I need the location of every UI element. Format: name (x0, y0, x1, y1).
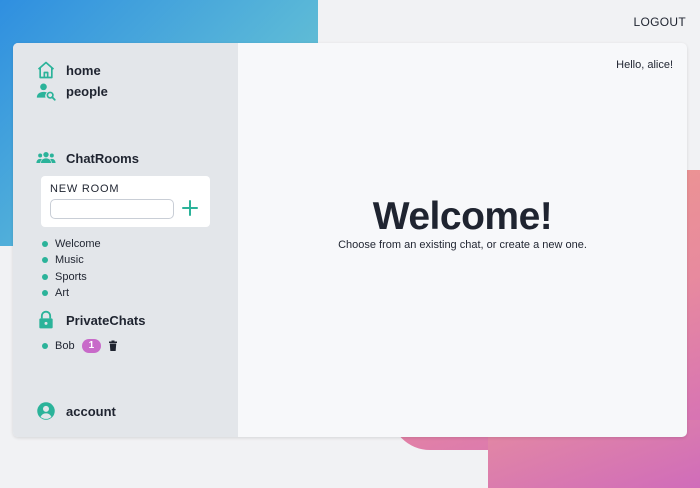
greeting-text: Hello, alice! (616, 59, 673, 71)
group-icon (35, 147, 57, 169)
room-dot-icon (42, 273, 48, 280)
trash-icon[interactable] (107, 340, 119, 352)
room-label: Music (55, 254, 84, 267)
logout-button[interactable]: LOGOUT (634, 15, 686, 29)
room-item-sports[interactable]: Sports (42, 269, 101, 285)
sidebar: home people ChatRooms NEW ROOM Welcome M… (13, 43, 238, 437)
room-label: Sports (55, 270, 87, 283)
private-chats-heading: PrivateChats (35, 309, 145, 331)
welcome-subtitle: Choose from an existing chat, or create … (338, 239, 587, 251)
sidebar-item-label: account (66, 403, 116, 419)
room-list: Welcome Music Sports Art (42, 236, 101, 301)
home-icon (35, 59, 57, 81)
private-chat-bob[interactable]: Bob 1 (42, 339, 119, 353)
unread-badge: 1 (81, 339, 102, 353)
sidebar-item-people[interactable]: people (35, 80, 108, 102)
room-dot-icon (42, 290, 48, 297)
sidebar-item-home[interactable]: home (35, 59, 101, 81)
welcome-title: Welcome! (372, 195, 553, 238)
room-dot-icon (42, 241, 48, 248)
room-item-music[interactable]: Music (42, 252, 101, 268)
private-chat-name: Bob (55, 340, 75, 352)
room-dot-icon (42, 257, 48, 264)
room-item-welcome[interactable]: Welcome (42, 236, 101, 252)
chatrooms-heading-label: ChatRooms (66, 150, 139, 166)
people-search-icon (35, 80, 57, 102)
new-room-label: NEW ROOM (50, 183, 120, 195)
new-room-panel: NEW ROOM (41, 176, 210, 227)
main-panel: Hello, alice! Welcome! Choose from an ex… (238, 43, 687, 437)
new-room-input[interactable] (50, 199, 174, 219)
plus-icon (181, 199, 199, 217)
room-label: Art (55, 287, 70, 300)
add-room-button[interactable] (180, 198, 200, 218)
app-window: home people ChatRooms NEW ROOM Welcome M… (13, 43, 687, 437)
sidebar-item-label: home (66, 62, 101, 78)
account-icon (35, 400, 57, 422)
sidebar-item-account[interactable]: account (35, 400, 116, 422)
room-item-art[interactable]: Art (42, 285, 101, 301)
lock-icon (35, 309, 57, 331)
chat-dot-icon (42, 343, 48, 349)
private-chats-heading-label: PrivateChats (66, 312, 146, 328)
room-label: Welcome (55, 238, 101, 251)
sidebar-item-label: people (66, 83, 108, 99)
chatrooms-heading: ChatRooms (35, 147, 139, 169)
